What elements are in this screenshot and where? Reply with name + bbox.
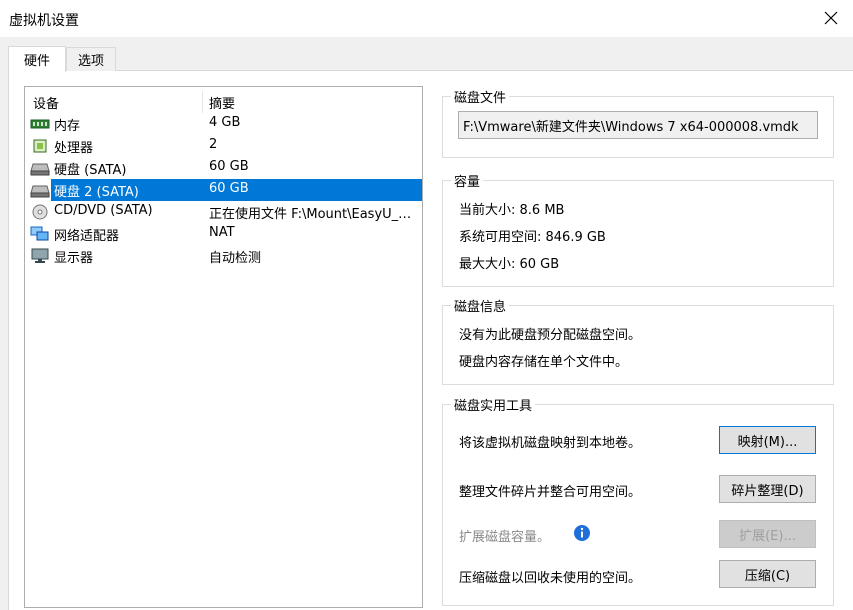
device-summary: 60 GB [209, 181, 249, 196]
system-available-space: 系统可用空间: 846.9 GB [459, 230, 606, 245]
device-summary: 60 GB [209, 159, 249, 174]
defragment-button-label: 碎片整理(D) [731, 483, 804, 499]
disk-file-path[interactable]: F:\Vmware\新建文件夹\Windows 7 x64-000008.vmd… [458, 111, 818, 139]
device-summary: 4 GB [209, 115, 241, 130]
window-title: 虚拟机设置 [9, 13, 79, 29]
header-separator [202, 91, 203, 113]
disk-info-line: 硬盘内容存储在单个文件中。 [459, 355, 629, 370]
memory-icon [30, 119, 50, 129]
summary-column-header[interactable]: 摘要 [209, 93, 235, 112]
device-name: 显示器 [54, 251, 94, 266]
device-row-memory[interactable]: 内存 4 GB [25, 113, 422, 135]
network-adapter-icon [30, 226, 49, 241]
capacity-group: 容量 当前大小: 8.6 MB 系统可用空间: 846.9 GB 最大大小: 6… [442, 171, 834, 287]
device-column-header[interactable]: 设备 [33, 93, 59, 112]
defragment-description: 整理文件碎片并整合可用空间。 [459, 485, 642, 500]
device-row-monitor[interactable]: 显示器 自动检测 [25, 245, 422, 267]
disk-file-title: 磁盘文件 [451, 87, 510, 106]
disk-info-title: 磁盘信息 [451, 296, 510, 315]
device-summary: 正在使用文件 F:\Mount\EasyU_v3.5.iso [209, 207, 417, 222]
capacity-title: 容量 [451, 171, 484, 190]
device-name: 内存 [54, 119, 81, 134]
disk-info-group: 磁盘信息 没有为此硬盘预分配磁盘空间。 硬盘内容存储在单个文件中。 [442, 296, 834, 385]
tab-options[interactable]: 选项 [66, 47, 116, 71]
device-row-processor[interactable]: 处理器 2 [25, 135, 422, 157]
compact-button-label: 压缩(C) [744, 568, 791, 584]
hard-disk-icon [30, 163, 50, 176]
device-summary: 2 [209, 137, 218, 152]
disk-file-group: 磁盘文件 F:\Vmware\新建文件夹\Windows 7 x64-00000… [442, 87, 834, 158]
map-button[interactable]: 映射(M)... [719, 426, 816, 454]
compact-description: 压缩磁盘以回收未使用的空间。 [459, 571, 642, 586]
device-list-header: 设备 摘要 [25, 91, 422, 113]
device-name: 硬盘 (SATA) [54, 163, 127, 178]
device-summary: 自动检测 [209, 251, 262, 266]
processor-icon [33, 139, 47, 153]
defragment-button[interactable]: 碎片整理(D) [719, 475, 816, 503]
tab-hardware-label: 硬件 [23, 54, 50, 69]
tab-options-label: 选项 [77, 54, 104, 69]
device-row-hard-disk[interactable]: 硬盘 (SATA) 60 GB [25, 157, 422, 179]
compact-button[interactable]: 压缩(C) [719, 560, 816, 588]
expand-description: 扩展磁盘容量。 [459, 530, 551, 545]
hard-disk-icon [30, 185, 50, 198]
title-bar: 虚拟机设置 [0, 0, 853, 37]
close-button[interactable] [817, 4, 845, 32]
device-name: CD/DVD (SATA) [54, 203, 153, 218]
expand-button[interactable]: 扩展(E)... [719, 520, 816, 548]
current-size: 当前大小: 8.6 MB [459, 203, 565, 218]
monitor-icon [31, 248, 49, 263]
close-icon [824, 11, 838, 25]
expand-button-label: 扩展(E)... [739, 528, 796, 544]
map-description: 将该虚拟机磁盘映射到本地卷。 [459, 436, 642, 451]
device-list[interactable]: 设备 摘要 内存 4 GB 处理器 2 硬盘 (SATA) 60 GB 硬盘 2… [24, 86, 423, 608]
device-row-cd-dvd[interactable]: CD/DVD (SATA) 正在使用文件 F:\Mount\EasyU_v3.5… [25, 201, 422, 223]
device-row-hard-disk-2[interactable]: 硬盘 2 (SATA) 60 GB [25, 179, 422, 201]
device-name: 网络适配器 [54, 229, 120, 244]
device-summary: NAT [209, 225, 235, 240]
info-icon[interactable] [573, 524, 591, 542]
tab-hardware[interactable]: 硬件 [8, 46, 66, 72]
max-size: 最大大小: 60 GB [459, 257, 560, 272]
device-name: 处理器 [54, 141, 94, 156]
cd-dvd-icon [32, 204, 48, 220]
device-row-network-adapter[interactable]: 网络适配器 NAT [25, 223, 422, 245]
disk-info-line: 没有为此硬盘预分配磁盘空间。 [459, 328, 642, 343]
disk-utilities-group: 磁盘实用工具 将该虚拟机磁盘映射到本地卷。 映射(M)... 整理文件碎片并整合… [442, 395, 834, 606]
device-name: 硬盘 2 (SATA) [54, 185, 139, 200]
map-button-label: 映射(M)... [737, 434, 798, 450]
disk-utilities-title: 磁盘实用工具 [451, 395, 536, 414]
